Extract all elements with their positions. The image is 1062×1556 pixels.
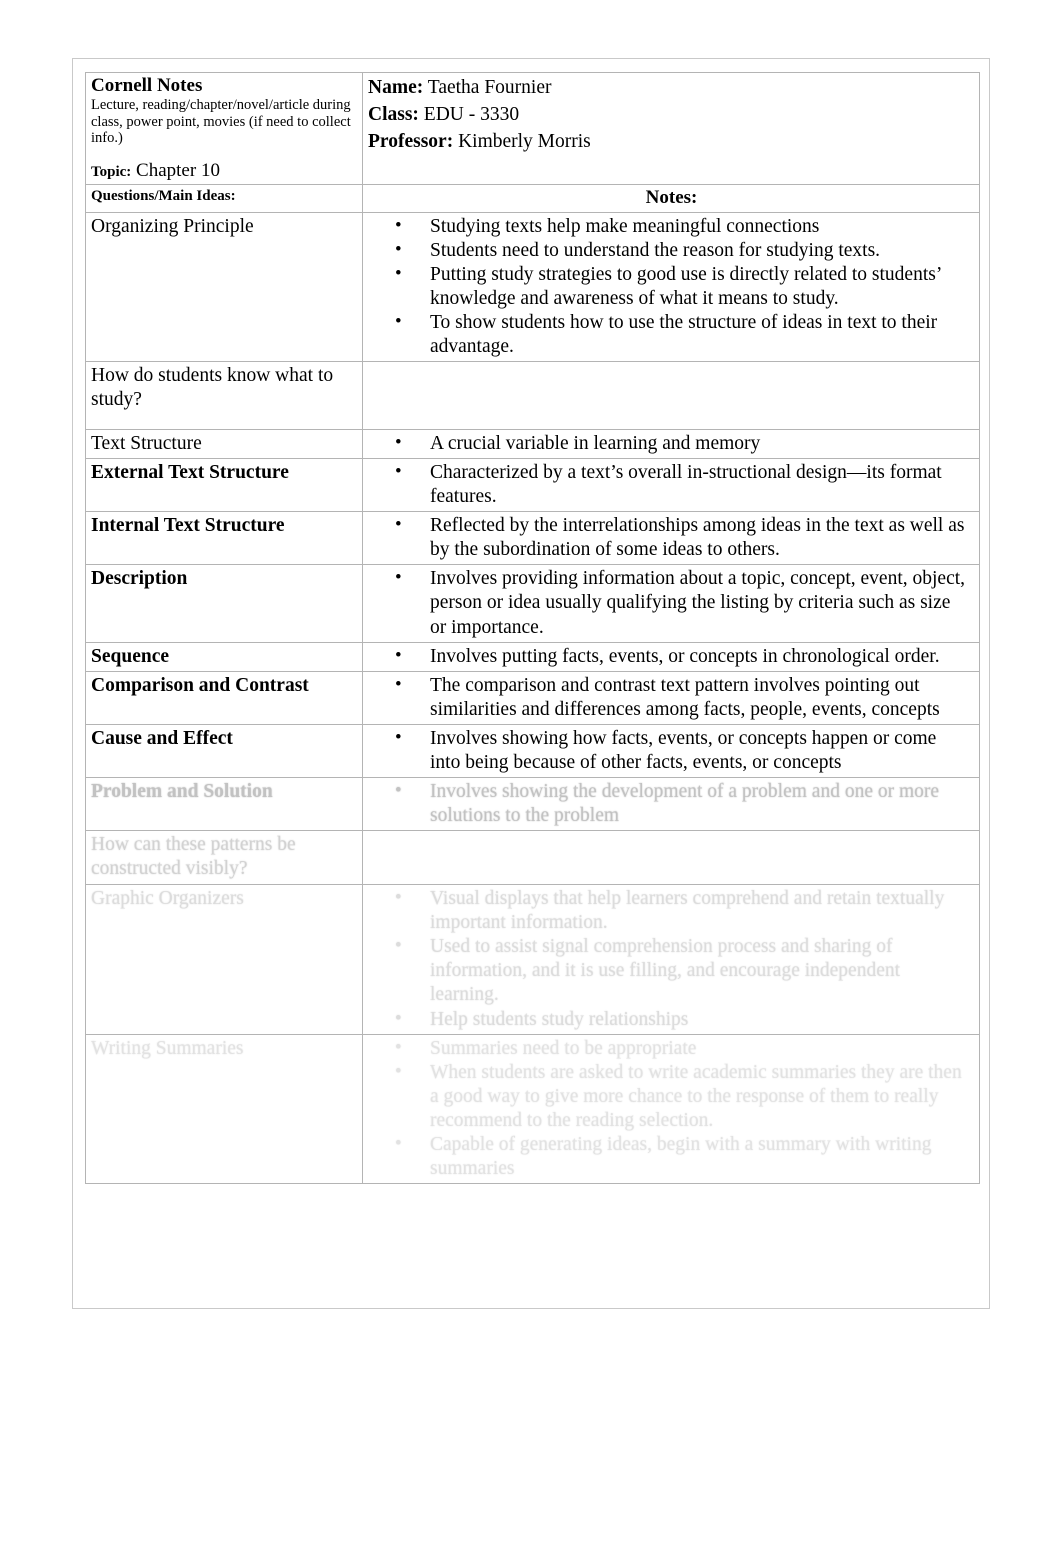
notes-list: Visual displays that help learners compr… [368,886,975,1032]
class-line: Class: EDU - 3330 [368,102,975,129]
empty-notes-cell [368,364,975,382]
notes-cell: Involves putting facts, events, or conce… [362,641,980,672]
notes-cell: Characterized by a text’s overall in-str… [362,458,980,513]
question-cell: Text Structure [85,428,363,460]
notes-list: Involves putting facts, events, or conce… [368,644,975,669]
notes-list-item: When students are asked to write academi… [368,1060,969,1133]
table-row: Writing SummariesSummaries need to be ap… [85,1033,980,1185]
notes-cell: Involves showing the development of a pr… [362,776,980,832]
notes-list-item: Characterized by a text’s overall in-str… [368,460,969,509]
notes-cell: A crucial variable in learning and memor… [362,428,980,460]
notes-list-item: Reflected by the interrelationships amon… [368,513,969,562]
notes-list: Summaries need to be appropriateWhen stu… [368,1036,975,1181]
table-row: How do students know what to study? [85,360,980,430]
notes-list-item: Studying texts help make meaningful conn… [368,213,969,239]
notes-cell: Involves showing how facts, events, or c… [362,723,980,778]
column-header-row: Questions/Main Ideas: Notes: [85,183,980,213]
name-line: Name: Taetha Fournier [368,75,975,102]
notes-list-item: Help students study relationships [368,1007,969,1032]
notes-cell: Involves providing information about a t… [362,564,980,643]
notes-list: Involves showing the development of a pr… [368,779,975,828]
professor-label: Professor: [368,130,454,152]
class-value: EDU - 3330 [423,103,520,125]
table-row: Comparison and ContrastThe comparison an… [85,670,980,725]
topic-label: Topic: [91,163,132,180]
table-row: Internal Text StructureReflected by the … [85,511,980,566]
question-cell: Graphic Organizers [85,884,363,1035]
table-row: Text StructureA crucial variable in lear… [85,428,980,460]
notes-list-item: Summaries need to be appropriate [368,1036,969,1061]
notes-cell: Reflected by the interrelationships amon… [362,511,980,566]
name-value: Taetha Fournier [427,77,552,98]
notes-list: Characterized by a text’s overall in-str… [368,460,975,509]
notes-cell [362,360,980,430]
notes-column-header: Notes: [362,183,980,213]
notes-list: A crucial variable in learning and memor… [368,431,975,456]
question-cell: Sequence [85,641,363,672]
notes-cell: Summaries need to be appropriateWhen stu… [362,1033,980,1185]
professor-line: Professor: Kimberly Morris [368,129,975,156]
notes-list: Involves showing how facts, events, or c… [368,726,975,775]
notes-list-item: Visual displays that help learners compr… [368,886,969,935]
header-right-cell: Name: Taetha Fournier Class: EDU - 3330 … [362,72,980,185]
table-row: Problem and SolutionInvolves showing the… [85,776,980,832]
table-row: Organizing PrincipleStudying texts help … [85,211,980,362]
notes-list-item: A crucial variable in learning and memor… [368,431,969,456]
document-subtitle: Lecture, reading/chapter/novel/article d… [91,97,351,147]
notes-list-item: Putting study strategies to good use is … [368,262,969,311]
question-cell: Internal Text Structure [85,511,363,566]
question-cell: How can these patterns be constructed vi… [85,830,363,886]
table-row: How can these patterns be constructed vi… [85,830,980,886]
table-body: Cornell Notes Lecture, reading/chapter/n… [85,72,980,1185]
table-row: DescriptionInvolves providing informatio… [85,564,980,643]
notes-list: Reflected by the interrelationships amon… [368,513,975,562]
question-cell: Organizing Principle [85,211,363,362]
table-row: SequenceInvolves putting facts, events, … [85,641,980,672]
notes-list-item: Involves providing information about a t… [368,566,969,639]
notes-cell: Visual displays that help learners compr… [362,884,980,1035]
document-page: Cornell Notes Lecture, reading/chapter/n… [0,0,1062,1556]
question-cell: Writing Summaries [85,1033,363,1185]
table-row: Cause and EffectInvolves showing how fac… [85,723,980,778]
cornell-notes-table: Cornell Notes Lecture, reading/chapter/n… [85,72,980,1185]
notes-list: Involves providing information about a t… [368,566,975,639]
notes-cell: Studying texts help make meaningful conn… [362,211,980,362]
notes-cell: The comparison and contrast text pattern… [362,670,980,725]
notes-list-item: Involves showing how facts, events, or c… [368,726,969,775]
questions-column-header: Questions/Main Ideas: [85,183,363,213]
class-label: Class: [368,103,419,125]
notes-list-item: Involves putting facts, events, or conce… [368,644,969,669]
name-label: Name: [368,77,424,98]
professor-value: Kimberly Morris [458,130,591,152]
notes-list-item: The comparison and contrast text pattern… [368,673,969,722]
question-cell: Cause and Effect [85,723,363,778]
table-row: External Text StructureCharacterized by … [85,458,980,513]
header-row: Cornell Notes Lecture, reading/chapter/n… [85,72,980,185]
question-cell: Comparison and Contrast [85,670,363,725]
header-left-cell: Cornell Notes Lecture, reading/chapter/n… [85,72,363,185]
notes-list-item: Involves showing the development of a pr… [368,779,969,828]
notes-cell [362,830,980,886]
notes-list: Studying texts help make meaningful conn… [368,213,975,359]
topic-line: Topic: Chapter 10 [91,159,358,182]
document-title: Cornell Notes [91,75,203,96]
question-cell: Problem and Solution [85,776,363,832]
empty-notes-cell [368,833,975,851]
table-row: Graphic OrganizersVisual displays that h… [85,884,980,1035]
notes-list-item: Capable of generating ideas, begin with … [368,1132,969,1181]
question-cell: Description [85,564,363,643]
question-cell: How do students know what to study? [85,360,363,430]
topic-value: Chapter 10 [136,159,220,181]
question-cell: External Text Structure [85,458,363,513]
notes-list-item: Used to assist signal comprehension proc… [368,934,969,1007]
notes-list-item: Students need to understand the reason f… [368,238,969,263]
notes-list-item: To show students how to use the structur… [368,310,969,359]
notes-list: The comparison and contrast text pattern… [368,673,975,722]
